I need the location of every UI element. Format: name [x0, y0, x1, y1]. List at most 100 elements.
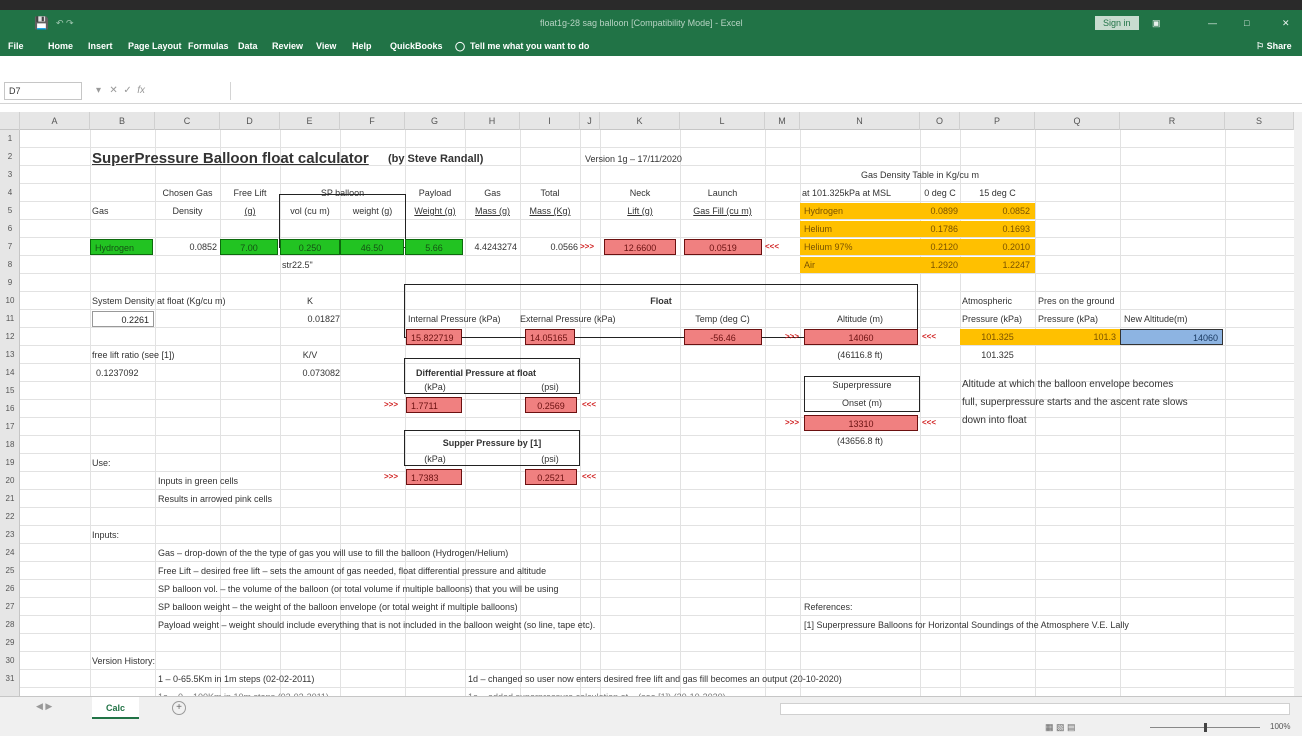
kv-label[interactable]: K/V: [280, 346, 340, 364]
row-header[interactable]: 29: [0, 634, 20, 652]
row-header[interactable]: 4: [0, 184, 20, 202]
free-lift-header[interactable]: Free Lift: [220, 184, 280, 202]
density-value[interactable]: 0.0852: [155, 238, 217, 256]
row-header[interactable]: 23: [0, 526, 20, 544]
col-header[interactable]: F: [340, 112, 405, 130]
row-header[interactable]: 28: [0, 616, 20, 634]
row-header[interactable]: 3: [0, 166, 20, 184]
inputs-help-line[interactable]: SP balloon weight – the weight of the ba…: [158, 598, 518, 616]
row-header[interactable]: 8: [0, 256, 20, 274]
launch-fill-header[interactable]: Gas Fill (cu m): [680, 202, 765, 220]
version-history-label[interactable]: Version History:: [92, 652, 155, 670]
kv-value[interactable]: 0.073082: [280, 364, 340, 382]
gas-table-subtitle[interactable]: at 101.325kPa at MSL: [802, 184, 891, 202]
gas-table-row[interactable]: Helium 97% 0.2120 0.2010: [800, 239, 1035, 255]
row-header[interactable]: 10: [0, 292, 20, 310]
version-1a[interactable]: 1a – 0 – 100Km in 10m steps (02-02-2011): [158, 688, 329, 696]
atmos-label2[interactable]: Pressure (kPa): [962, 310, 1022, 328]
col-header[interactable]: P: [960, 112, 1035, 130]
density-header[interactable]: Density: [155, 202, 220, 220]
row-header[interactable]: 31: [0, 670, 20, 688]
row-header[interactable]: 17: [0, 418, 20, 436]
altitude-note-1[interactable]: Altitude at which the balloon envelope b…: [962, 376, 1173, 394]
zoom-level[interactable]: 100%: [1270, 722, 1290, 731]
row-header[interactable]: 1: [0, 130, 20, 148]
row-header[interactable]: 11: [0, 310, 20, 328]
share-button[interactable]: ⚐ Share: [1256, 36, 1292, 56]
sp-onset-ft[interactable]: (43656.8 ft): [800, 432, 920, 450]
row-header[interactable]: 24: [0, 544, 20, 562]
row-header[interactable]: 20: [0, 472, 20, 490]
row-header[interactable]: 12: [0, 328, 20, 346]
col-header[interactable]: O: [920, 112, 960, 130]
free-lift-input[interactable]: 7.00: [220, 239, 278, 255]
float-title[interactable]: Float: [405, 292, 917, 310]
view-mode-icons[interactable]: ▦ ▧ ▤: [1045, 722, 1076, 733]
minimize-icon[interactable]: —: [1208, 10, 1217, 36]
row-header[interactable]: 14: [0, 364, 20, 382]
row-header[interactable]: 6: [0, 220, 20, 238]
col-header[interactable]: C: [155, 112, 220, 130]
tab-view[interactable]: View: [316, 36, 336, 56]
row-header[interactable]: 9: [0, 274, 20, 292]
tab-formulas[interactable]: Formulas: [188, 36, 229, 56]
external-pressure-output[interactable]: 14.05165: [525, 329, 575, 345]
name-box[interactable]: D7: [4, 82, 82, 100]
tab-help[interactable]: Help: [352, 36, 372, 56]
payload-header[interactable]: Payload: [405, 184, 465, 202]
inputs-help-line[interactable]: Payload weight – weight should include e…: [158, 616, 595, 634]
sheet-nav-icons[interactable]: ◀ ▶: [36, 701, 52, 712]
tell-me-input[interactable]: Tell me what you want to do: [470, 36, 589, 56]
atmos-label1[interactable]: Atmospheric: [962, 292, 1012, 310]
weight-header[interactable]: weight (g): [340, 202, 405, 220]
altitude-note-2[interactable]: full, superpressure starts and the ascen…: [962, 394, 1188, 412]
inputs-label[interactable]: Inputs:: [92, 526, 119, 544]
undo-icon[interactable]: ↶ ↷: [56, 10, 74, 36]
row-header[interactable]: 19: [0, 454, 20, 472]
total-header[interactable]: Total: [520, 184, 580, 202]
altitude-ft[interactable]: (46116.8 ft): [800, 346, 920, 364]
reference-1[interactable]: [1] Superpressure Balloons for Horizonta…: [804, 616, 1129, 634]
gas-header[interactable]: Gas: [465, 184, 520, 202]
atmos-pressure[interactable]: 101.325: [960, 329, 1035, 345]
gas-select[interactable]: Hydrogen: [90, 239, 153, 255]
zoom-slider-handle[interactable]: [1204, 723, 1207, 732]
tab-data[interactable]: Data: [238, 36, 258, 56]
chosen-gas-header[interactable]: Chosen Gas: [155, 184, 220, 202]
system-density-label[interactable]: System Density at float (Kg/cu m): [92, 292, 226, 310]
row-header[interactable]: 27: [0, 598, 20, 616]
vertical-scrollbar[interactable]: [1294, 112, 1302, 696]
payload-input[interactable]: 5.66: [405, 239, 463, 255]
gas-table-title[interactable]: Gas Density Table in Kg/cu m: [800, 166, 1040, 184]
col-header[interactable]: L: [680, 112, 765, 130]
gas-table-col0[interactable]: 0 deg C: [920, 184, 960, 202]
supper-psi-output[interactable]: 0.2521: [525, 469, 577, 485]
row-header[interactable]: 15: [0, 382, 20, 400]
k-label[interactable]: K: [280, 292, 340, 310]
total-mass-header[interactable]: Mass (Kg): [520, 202, 580, 220]
launch-fill-output[interactable]: 0.0519: [684, 239, 762, 255]
col-header[interactable]: Q: [1035, 112, 1120, 130]
horizontal-scrollbar[interactable]: [780, 703, 1290, 715]
version-label[interactable]: Version 1g – 17/11/2020: [585, 150, 682, 168]
col-header[interactable]: S: [1225, 112, 1294, 130]
new-altitude-label[interactable]: New Altitude(m): [1124, 310, 1188, 328]
worksheet-grid[interactable]: SuperPressure Balloon float calculator (…: [20, 130, 1294, 696]
use-label[interactable]: Use:: [92, 454, 111, 472]
gas-mass-value[interactable]: 4.4243274: [465, 238, 517, 256]
row-header[interactable]: 5: [0, 202, 20, 220]
formula-input[interactable]: [230, 82, 1294, 100]
differential-psi-output[interactable]: 0.2569: [525, 397, 577, 413]
sign-in-button[interactable]: Sign in: [1095, 16, 1139, 30]
altitude-output[interactable]: 14060: [804, 329, 918, 345]
row-header[interactable]: 22: [0, 508, 20, 526]
row-header[interactable]: 7: [0, 238, 20, 256]
sp-onset-output[interactable]: 13310: [804, 415, 918, 431]
vol-header[interactable]: vol (cu m): [280, 202, 340, 220]
inputs-help-line[interactable]: Free Lift – desired free lift – sets the…: [158, 562, 546, 580]
altitude-label[interactable]: Altitude (m): [800, 310, 920, 328]
gas-mass-header[interactable]: Mass (g): [465, 202, 520, 220]
sheet-author[interactable]: (by Steve Randall): [388, 150, 483, 168]
free-lift-ratio-label[interactable]: free lift ratio (see [1]): [92, 346, 175, 364]
tab-quickbooks[interactable]: QuickBooks: [390, 36, 443, 56]
